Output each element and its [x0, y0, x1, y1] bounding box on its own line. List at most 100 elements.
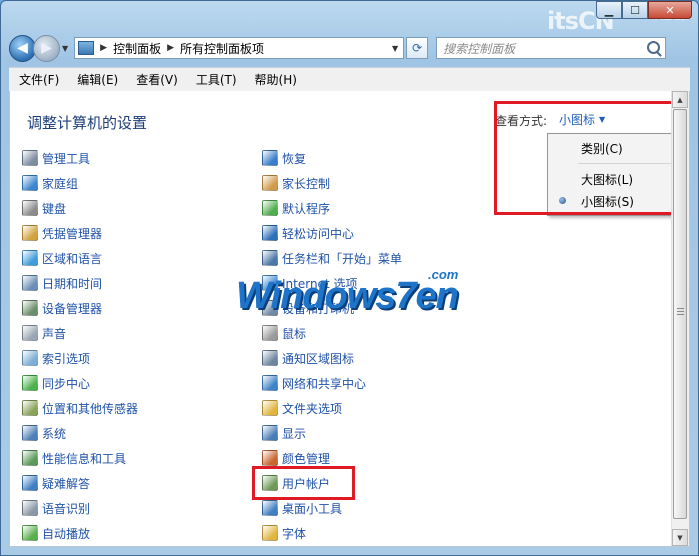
control-panel-item-label: 任务栏和「开始」菜单 — [282, 251, 403, 266]
control-panel-item-icon — [22, 350, 38, 366]
control-panel-item-icon — [22, 200, 38, 216]
control-panel-item[interactable]: 任务栏和「开始」菜单 — [262, 249, 402, 267]
control-panel-item-icon — [22, 425, 38, 441]
navigation-bar: ◀ ▶ ▼ ▶ 控制面板 ▶ 所有控制面板项 ▼ ⟳ 搜索控制面板 — [9, 34, 690, 62]
refresh-icon: ⟳ — [412, 41, 423, 55]
menu-view[interactable]: 查看(V) — [136, 71, 178, 88]
control-panel-item-icon — [262, 350, 278, 366]
search-placeholder: 搜索控制面板 — [443, 41, 516, 56]
control-panel-item-icon — [262, 250, 278, 266]
control-panel-item-label: 系统 — [42, 426, 67, 441]
control-panel-item[interactable]: 颜色管理 — [262, 449, 330, 467]
control-panel-item-icon — [262, 150, 278, 166]
menu-file[interactable]: 文件(F) — [19, 71, 59, 88]
control-panel-item-label: 管理工具 — [42, 151, 91, 166]
control-panel-item-label: 同步中心 — [42, 376, 91, 391]
control-panel-item-icon — [22, 400, 38, 416]
grip-line — [677, 308, 684, 309]
address-history-chevron-icon[interactable]: ▼ — [392, 44, 398, 53]
maximize-icon[interactable]: ☐ — [622, 1, 648, 19]
menu-edit[interactable]: 编辑(E) — [77, 71, 118, 88]
control-panel-item[interactable]: 系统 — [22, 424, 66, 442]
control-panel-item[interactable]: 语音识别 — [22, 499, 90, 517]
scrollbar-thumb[interactable] — [673, 109, 687, 519]
control-panel-item-icon — [262, 225, 278, 241]
control-panel-item-label: 疑难解答 — [42, 476, 91, 491]
control-panel-item[interactable]: 通知区域图标 — [262, 349, 354, 367]
grip-line — [677, 311, 684, 312]
control-panel-item[interactable]: 文件夹选项 — [262, 399, 342, 417]
control-panel-icon — [78, 41, 95, 55]
control-panel-item[interactable]: 位置和其他传感器 — [22, 399, 138, 417]
search-input[interactable]: 搜索控制面板 — [436, 37, 667, 59]
control-panel-item[interactable]: 桌面小工具 — [262, 499, 342, 517]
control-panel-item-icon — [22, 450, 38, 466]
control-panel-item-label: 区域和语言 — [42, 251, 103, 266]
control-panel-item-label: 位置和其他传感器 — [42, 401, 139, 416]
control-panel-item-icon — [262, 175, 278, 191]
control-panel-item[interactable]: 声音 — [22, 324, 66, 342]
control-panel-item[interactable]: 家庭组 — [22, 174, 78, 192]
control-panel-item-label: 鼠标 — [282, 326, 307, 341]
forward-button[interactable]: ▶ — [33, 34, 60, 62]
address-bar[interactable]: ▶ 控制面板 ▶ 所有控制面板项 ▼ — [74, 37, 405, 59]
control-panel-item-label: 自动播放 — [42, 526, 91, 541]
breadcrumb-all-items[interactable]: 所有控制面板项 — [180, 40, 264, 57]
control-panel-item-icon — [22, 300, 38, 316]
search-icon[interactable] — [647, 41, 661, 54]
control-panel-item[interactable]: 性能信息和工具 — [22, 449, 126, 467]
control-panel-item-icon — [262, 525, 278, 541]
control-panel-item[interactable]: 字体 — [262, 524, 306, 542]
scroll-up-icon[interactable]: ▲ — [672, 91, 688, 108]
control-panel-item[interactable]: 自动播放 — [22, 524, 90, 542]
control-panel-item[interactable]: 网络和共享中心 — [262, 374, 366, 392]
control-panel-item[interactable]: 轻松访问中心 — [262, 224, 354, 242]
control-panel-item[interactable]: 恢复 — [262, 149, 306, 167]
minimize-icon[interactable]: ▁ — [596, 1, 622, 19]
control-panel-item-icon — [22, 250, 38, 266]
control-panel-item-label: 语音识别 — [42, 501, 91, 516]
control-panel-item[interactable]: 同步中心 — [22, 374, 90, 392]
control-panel-item[interactable]: 日期和时间 — [22, 274, 102, 292]
control-panel-item-icon — [22, 225, 38, 241]
control-panel-item[interactable]: 显示 — [262, 424, 306, 442]
refresh-button[interactable]: ⟳ — [406, 37, 429, 59]
control-panel-item[interactable]: 凭据管理器 — [22, 224, 102, 242]
control-panel-item-icon — [22, 375, 38, 391]
page-title: 调整计算机的设置 — [27, 114, 148, 132]
back-button[interactable]: ◀ — [9, 34, 36, 62]
recent-pages-chevron-icon[interactable]: ▼ — [62, 44, 68, 53]
logo-text: Windows7en — [236, 275, 459, 317]
control-panel-item-label: 声音 — [42, 326, 67, 341]
content-pane: 调整计算机的设置 查看方式: 小图标 ▼ 类别(C) 大图标(L) 小图标(S)… — [9, 91, 690, 547]
control-panel-item[interactable]: 默认程序 — [262, 199, 330, 217]
scroll-down-icon[interactable]: ▼ — [672, 529, 688, 546]
menu-help[interactable]: 帮助(H) — [255, 71, 297, 88]
close-icon[interactable]: ✕ — [648, 1, 692, 19]
control-panel-item[interactable]: 家长控制 — [262, 174, 330, 192]
control-panel-item-icon — [262, 375, 278, 391]
control-panel-item-label: 恢复 — [282, 151, 307, 166]
control-panel-item-label: 通知区域图标 — [282, 351, 355, 366]
control-panel-item[interactable]: 设备管理器 — [22, 299, 102, 317]
breadcrumb-separator-icon[interactable]: ▶ — [100, 43, 107, 53]
control-panel-item-label: 网络和共享中心 — [282, 376, 367, 391]
menu-tools[interactable]: 工具(T) — [196, 71, 237, 88]
control-panel-item-label: 家庭组 — [42, 176, 79, 191]
control-panel-item-icon — [22, 325, 38, 341]
control-panel-item[interactable]: 区域和语言 — [22, 249, 102, 267]
menu-bar: 文件(F) 编辑(E) 查看(V) 工具(T) 帮助(H) — [9, 67, 690, 91]
breadcrumb-separator-icon[interactable]: ▶ — [167, 43, 174, 53]
control-panel-item[interactable]: 管理工具 — [22, 149, 90, 167]
vertical-scrollbar[interactable]: ▲ ▼ — [671, 91, 689, 546]
control-panel-item-icon — [262, 450, 278, 466]
breadcrumb-control-panel[interactable]: 控制面板 — [113, 40, 161, 57]
highlight-box-view-menu — [494, 101, 688, 215]
control-panel-item[interactable]: 索引选项 — [22, 349, 90, 367]
control-panel-item-label: 凭据管理器 — [42, 226, 103, 241]
control-panel-item[interactable]: 键盘 — [22, 199, 66, 217]
control-panel-item-icon — [22, 275, 38, 291]
control-panel-item[interactable]: 疑难解答 — [22, 474, 90, 492]
control-panel-item-label: 性能信息和工具 — [42, 451, 127, 466]
control-panel-item-icon — [262, 325, 278, 341]
